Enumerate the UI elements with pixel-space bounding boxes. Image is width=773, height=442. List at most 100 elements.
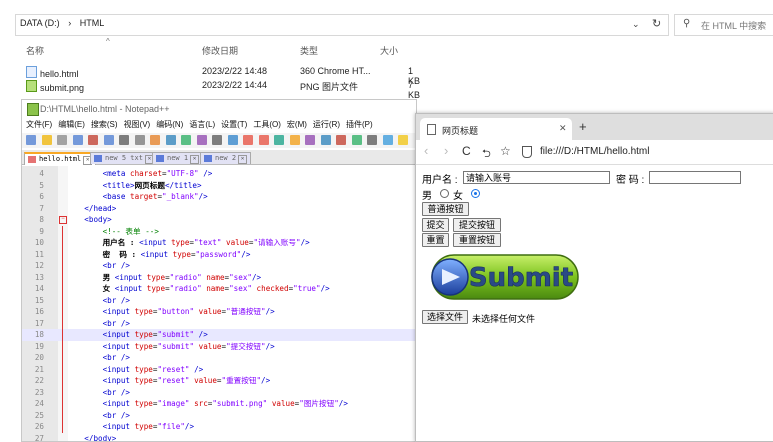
tab-new-1[interactable]: new 1✕	[152, 152, 203, 164]
code-line[interactable]: 14 女 <input type="radio" name="sex" chec…	[22, 283, 416, 295]
image-submit-button[interactable]: Submit	[428, 250, 582, 304]
undo-icon[interactable]	[181, 135, 191, 145]
code-line[interactable]: 12 <br />	[22, 260, 416, 272]
column-header-date[interactable]: 修改日期	[202, 44, 238, 57]
menu-item[interactable]: 插件(P)	[346, 120, 373, 129]
code-line[interactable]: 19 <input type="submit" value="提交按钮"/>	[22, 341, 416, 353]
column-header-size[interactable]: 大小	[380, 44, 398, 57]
file-row[interactable]: hello.html 2023/2/22 14:48 360 Chrome HT…	[26, 66, 426, 78]
menu-item[interactable]: 宏(M)	[287, 120, 307, 129]
plain-button[interactable]: 普通按钮	[422, 202, 469, 216]
code-line[interactable]: 16 <input type="button" value="普通按钮"/>	[22, 306, 416, 318]
zoom-out-icon[interactable]	[259, 135, 269, 145]
file-row[interactable]: submit.png 2023/2/22 14:44 PNG 图片文件 7 KB	[26, 80, 426, 92]
browser-tab[interactable]: 网页标题 ✕	[420, 118, 572, 140]
menu-item[interactable]: 运行(R)	[313, 120, 340, 129]
code-line[interactable]: 5 <title>网页标题</title>	[22, 180, 416, 192]
indent-icon[interactable]	[305, 135, 315, 145]
code-line[interactable]: 18 <input type="submit" />	[22, 329, 416, 341]
code-line[interactable]: 6 <base target="_blank"/>	[22, 191, 416, 203]
code-line[interactable]: 23 <br />	[22, 387, 416, 399]
menu-item[interactable]: 文件(F)	[26, 120, 52, 129]
fold-toggle-icon[interactable]: −	[59, 216, 67, 224]
explorer-search-box[interactable]: ⚲ 在 HTML 中搜索	[674, 14, 773, 36]
copy-icon[interactable]	[150, 135, 160, 145]
code-line[interactable]: 22 <input type="reset" value="重置按钮"/>	[22, 375, 416, 387]
reset-custom-button[interactable]: 重置按钮	[453, 233, 501, 247]
folder-icon[interactable]	[398, 135, 408, 145]
forward-icon[interactable]: ›	[444, 143, 448, 158]
submit-custom-button[interactable]: 提交按钮	[453, 218, 501, 232]
code-line[interactable]: 26 <input type="file"/>	[22, 421, 416, 433]
reset-button[interactable]: 重置	[422, 233, 449, 247]
code-line[interactable]: 27 </body>	[22, 433, 416, 442]
code-line[interactable]: 25 <br />	[22, 410, 416, 422]
address-bar[interactable]: DATA (D:) › HTML ⌄ ↻	[15, 14, 669, 36]
code-line[interactable]: 9 <!-- 表单 -->	[22, 226, 416, 238]
zoom-in-icon[interactable]	[243, 135, 253, 145]
reload-icon[interactable]: C	[462, 144, 471, 158]
save-all-icon[interactable]	[73, 135, 83, 145]
fold-icon[interactable]	[352, 135, 362, 145]
code-line[interactable]: 21 <input type="reset" />	[22, 364, 416, 376]
replace-icon[interactable]	[228, 135, 238, 145]
save-icon[interactable]	[57, 135, 67, 145]
print-icon[interactable]	[119, 135, 129, 145]
refresh-icon[interactable]: ↻	[652, 17, 661, 30]
guide-icon[interactable]	[336, 135, 346, 145]
url-bar[interactable]: file:///D:/HTML/hello.html	[520, 144, 773, 160]
code-line[interactable]: 10 用户名 : <input type="text" value="请输入账号…	[22, 237, 416, 249]
code-line[interactable]: 17 <br />	[22, 318, 416, 330]
male-radio[interactable]	[440, 189, 449, 198]
paragraph-icon[interactable]	[321, 135, 331, 145]
address-dropdown-icon[interactable]: ⌄	[632, 19, 640, 30]
menu-item[interactable]: 编码(N)	[156, 120, 183, 129]
sync-icon[interactable]	[274, 135, 284, 145]
back-icon[interactable]: ‹	[424, 143, 428, 158]
code-line[interactable]: 7 </head>	[22, 203, 416, 215]
username-input[interactable]: 请输入账号	[463, 171, 610, 184]
open-file-icon[interactable]	[42, 135, 52, 145]
choose-file-button[interactable]: 选择文件	[422, 310, 468, 324]
female-radio[interactable]	[471, 189, 480, 198]
close-tab-icon[interactable]: ✕	[559, 123, 567, 134]
menu-item[interactable]: 语言(L)	[189, 120, 215, 129]
function-icon[interactable]	[383, 135, 393, 145]
menu-item[interactable]: 工具(O)	[253, 120, 281, 129]
code-line[interactable]: 13 男 <input type="radio" name="sex"/>	[22, 272, 416, 284]
close-all-icon[interactable]	[104, 135, 114, 145]
menu-item[interactable]: 编辑(E)	[58, 120, 85, 129]
password-input[interactable]	[649, 171, 741, 184]
breadcrumb-drive[interactable]: DATA (D:)	[20, 18, 60, 28]
code-line[interactable]: 24 <input type="image" src="submit.png" …	[22, 398, 416, 410]
close-tab-icon[interactable]: ✕	[190, 155, 199, 164]
bookmark-star-icon[interactable]: ☆	[500, 144, 511, 158]
cut-icon[interactable]	[135, 135, 145, 145]
code-line[interactable]: 11 密 码 : <input type="password"/>	[22, 249, 416, 261]
code-editor[interactable]: 4 <meta charset="UTF-8" />5 <title>网页标题<…	[22, 166, 416, 441]
paste-icon[interactable]	[166, 135, 176, 145]
undo-icon[interactable]: ⮌	[482, 145, 491, 164]
notepad-title-bar[interactable]: D:\HTML\hello.html - Notepad++ – ☐ ✕	[22, 100, 416, 118]
close-icon[interactable]	[88, 135, 98, 145]
menu-item[interactable]: 搜索(S)	[91, 120, 118, 129]
new-tab-button[interactable]: +	[579, 119, 587, 134]
column-header-type[interactable]: 类型	[300, 44, 318, 57]
code-line[interactable]: 8 <body>	[22, 214, 416, 226]
wrap-icon[interactable]	[290, 135, 300, 145]
menu-item[interactable]: 设置(T)	[221, 120, 247, 129]
submit-button[interactable]: 提交	[422, 218, 449, 232]
new-file-icon[interactable]	[26, 135, 36, 145]
code-line[interactable]: 15 <br />	[22, 295, 416, 307]
menu-item[interactable]: 视图(V)	[124, 120, 151, 129]
code-line[interactable]: 4 <meta charset="UTF-8" />	[22, 168, 416, 180]
column-header-name[interactable]: 名称	[26, 44, 44, 57]
find-icon[interactable]	[212, 135, 222, 145]
code-line[interactable]: 20 <br />	[22, 352, 416, 364]
tab-new-2[interactable]: new 2✕	[200, 152, 251, 164]
map-icon[interactable]	[367, 135, 377, 145]
tab-hello-html[interactable]: hello.html✕	[24, 152, 96, 165]
tab-new-5[interactable]: new 5 txt✕	[90, 152, 158, 164]
redo-icon[interactable]	[197, 135, 207, 145]
close-tab-icon[interactable]: ✕	[238, 155, 247, 164]
